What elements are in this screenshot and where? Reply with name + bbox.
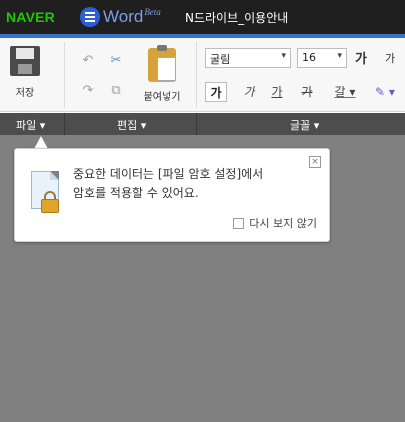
bold-button[interactable]: 가 (205, 82, 227, 102)
font-family-select[interactable]: 굴림 ▾ (205, 48, 291, 68)
paste-label: 붙여넣기 (143, 92, 181, 103)
locked-document-icon (31, 171, 63, 217)
clipboard-icon (148, 45, 176, 82)
ribbon-divider (196, 42, 197, 108)
italic-button[interactable]: 가 (240, 82, 258, 102)
font-size-value: 16 (302, 51, 316, 64)
app-name: Word (103, 7, 144, 26)
redo-icon[interactable]: ↷ (80, 84, 96, 98)
undo-icon[interactable]: ↶ (80, 54, 96, 68)
paste-button[interactable]: 붙여넣기 (140, 44, 184, 104)
edit-group-menu[interactable]: 편집 ▾ (117, 117, 146, 133)
highlight-button[interactable]: ✎ ▾ (368, 82, 402, 102)
group-divider (196, 113, 197, 135)
dont-show-again-checkbox[interactable] (233, 217, 245, 229)
font-size-select[interactable]: 16 ▾ (297, 48, 347, 68)
dont-show-again-label: 다시 보지 않기 (249, 217, 317, 230)
underline-button[interactable]: 가 (268, 82, 286, 102)
title-bar: NAVER Word Beta N드라이브_이용안내 (0, 0, 405, 34)
cut-icon[interactable]: ✂ (108, 54, 124, 68)
chevron-down-icon: ▾ (281, 51, 286, 61)
font-family-value: 굴림 (210, 53, 231, 66)
font-group-menu[interactable]: 글꼴 ▾ (290, 117, 319, 133)
word-logo: Word Beta (80, 7, 161, 27)
ribbon-group-bar: 파일 ▾ 편집 ▾ 글꼴 ▾ (0, 113, 405, 135)
dont-show-again-option[interactable]: 다시 보지 않기 (233, 215, 317, 231)
floppy-disk-icon (10, 46, 40, 76)
password-tip-popup: 중요한 데이터는 [파일 암호 설정]에서 암호를 적용할 수 있어요. × 다… (14, 148, 330, 242)
file-group-menu[interactable]: 파일 ▾ (16, 117, 45, 133)
document-title: N드라이브_이용안내 (185, 11, 289, 25)
group-divider (64, 113, 65, 135)
font-color-button[interactable]: 갈 ▾ (330, 82, 360, 102)
popup-message-line: 암호를 적용할 수 있어요. (73, 186, 199, 200)
save-button[interactable]: 저장 (6, 46, 44, 104)
strikethrough-button[interactable]: 가 (298, 82, 316, 102)
shrink-font-button[interactable]: 가 (385, 50, 395, 66)
word-app-icon (80, 7, 100, 27)
popup-message-line: 중요한 데이터는 [파일 암호 설정]에서 (73, 167, 264, 181)
naver-logo: NAVER (6, 9, 55, 25)
copy-icon[interactable]: ⧉ (108, 84, 124, 98)
ribbon-toolbar: 저장 ↶ ✂ ↷ ⧉ 붙여넣기 굴림 ▾ 16 ▾ 가 가 가 가 가 가 갈 … (0, 38, 405, 112)
popup-message: 중요한 데이터는 [파일 암호 설정]에서 암호를 적용할 수 있어요. (73, 165, 308, 203)
close-icon[interactable]: × (309, 156, 321, 168)
beta-badge: Beta (144, 7, 161, 17)
grow-font-button[interactable]: 가 (355, 48, 367, 67)
ribbon-divider (64, 42, 65, 108)
chevron-down-icon: ▾ (337, 51, 342, 61)
save-label: 저장 (15, 88, 35, 99)
